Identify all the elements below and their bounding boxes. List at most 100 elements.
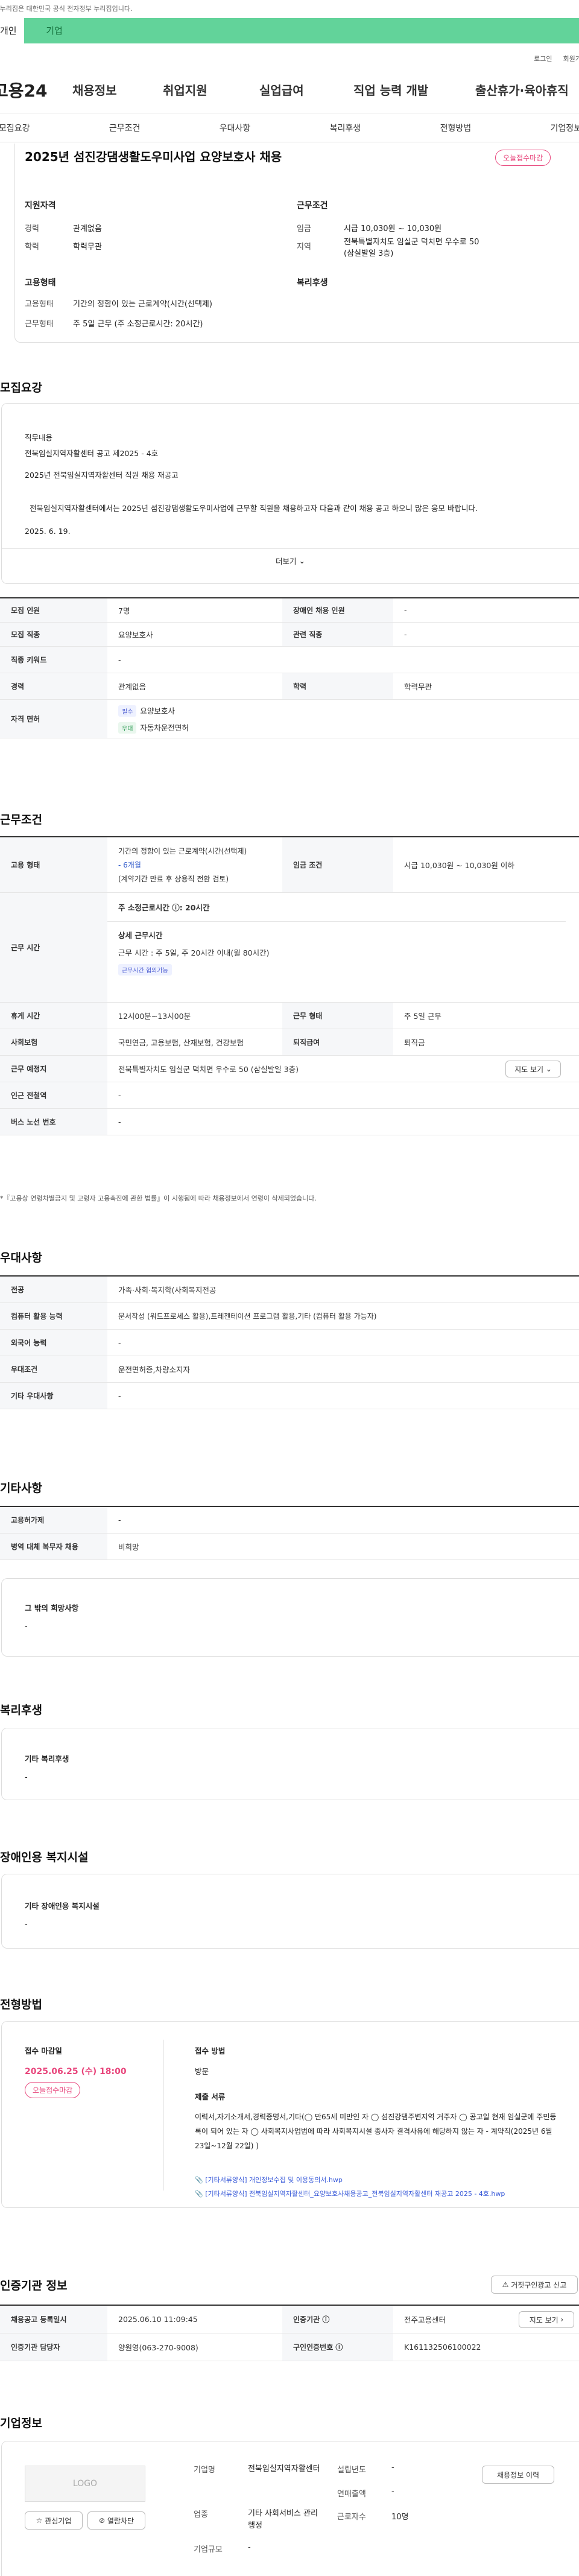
row-label: 자격 면허 <box>0 700 107 738</box>
welfare-value: - <box>25 1773 28 1782</box>
pref-section-title: 우대사항 <box>0 1251 42 1264</box>
table-row: 채용공고 등록일시 2025.06.10 11:09:45 인증기관 ⓘ 전주고용센… <box>0 2306 579 2333</box>
industry-value: 기타 사회서비스 관리 행정 <box>248 2509 318 2530</box>
age-note: *『고용상 연령차별금지 및 고령자 고용촉진에 관한 법률』이 시행됨에 따라… <box>0 1194 317 1202</box>
etc-table: 고용허가제 - 병역 대체 복무자 채용 비희망 <box>0 1506 579 1560</box>
recruit-section-title: 모집요강 <box>0 381 42 395</box>
welfare-section-title: 복리후생 <box>0 1704 42 1717</box>
hours-main: 주 소정근로시간 ⓘ: 20시간 <box>118 903 210 912</box>
row-label: 인증기관 ⓘ <box>282 2306 393 2333</box>
report-icon: ⚠ <box>502 2280 509 2289</box>
table-row: 외국어 능력 - <box>0 1330 579 1356</box>
row-label: 모집 인원 <box>0 598 107 622</box>
map-view-button[interactable]: 지도 보기 ⌄ <box>505 1061 561 1077</box>
lnb-recruit[interactable]: 모집요강 <box>0 122 30 134</box>
hope-box: 그 밖의 희망사항 - <box>1 1578 579 1657</box>
duty-line2: 2025년 전북임실지역자활센터 직원 채용 재공고 <box>25 471 179 480</box>
row-value: 시급 10,030원 ~ 10,030원 이하 <box>404 861 514 870</box>
lnb-welfare[interactable]: 복리후생 <box>330 122 361 134</box>
file-link-2[interactable]: 📎 [기타서류양식] 전북임실지역자활센터_요양보호사채용공고_전북임실지역자활… <box>195 2189 557 2199</box>
duty-line3: 전북임실지역자활센터에서는 2025년 섬진강댐생활도우미사업에 근무할 직원을… <box>30 504 478 513</box>
emptype-value: 기간의 정함이 있는 근로계약(시간(선택제) <box>73 300 212 309</box>
cond-title: 근무조건 <box>297 201 328 211</box>
site-logo[interactable]: 고용24 <box>0 78 72 102</box>
row-label: 근무 시간 <box>0 893 107 1002</box>
report-label: 거짓구인광고 신고 <box>511 2280 567 2289</box>
hours-sub-label: 상세 근무시간 <box>118 931 163 940</box>
attachment-icon: 📎 <box>195 2190 203 2198</box>
area-value: 전북특별자치도 임실군 덕치면 우수로 50 (삼실발일 3층) <box>344 238 479 258</box>
row-value: 기간의 정함이 있는 근로계약(시간(선택제) - 6개월 (계약기간 만료 후… <box>107 837 282 892</box>
row-label: 휴게 시간 <box>0 1003 107 1029</box>
row-label: 고용허가제 <box>0 1507 107 1533</box>
row-value: - <box>118 655 121 664</box>
row-value: 2025.06.10 11:09:45 <box>118 2315 198 2324</box>
worktime-label: 근무형태 <box>25 320 54 329</box>
method-label: 접수 방법 <box>195 2046 226 2055</box>
star-icon: ☆ <box>36 2516 43 2525</box>
row-value: 양원영(063-270-9008) <box>118 2343 198 2352</box>
file-link-1[interactable]: 📎 [기타서류양식] 개인정보수집 및 이용동의서.hwp <box>195 2175 557 2184</box>
row-value: 12시00분~13시00분 <box>118 1012 191 1021</box>
disab-section-title: 장애인용 복지시설 <box>0 1851 89 1864</box>
row-label: 모집 직종 <box>0 623 107 646</box>
hope-label: 그 밖의 희망사항 <box>25 1604 79 1613</box>
welfare-label: 기타 복리후생 <box>25 1754 69 1763</box>
gnb-training[interactable]: 직업 능력 개발 <box>353 81 475 98</box>
row-label: 인근 전철역 <box>0 1082 107 1108</box>
employees-label: 근로자수 <box>337 2513 366 2522</box>
row-value: 퇴직금 <box>404 1038 425 1047</box>
gnb-parental-leave[interactable]: 출산휴가·육아휴직 <box>475 81 569 98</box>
block-icon: ⊘ <box>98 2516 106 2525</box>
disab-box: 기타 장애인용 복지시설 - <box>1 1874 579 1949</box>
table-row: 우대조건 운전면허증,차량소지자 <box>0 1356 579 1383</box>
lnb-screening[interactable]: 전형방법 <box>440 122 472 134</box>
table-row: 컴퓨터 활용 능력 문서작성 (워드프로세스 활용),프레젠테이션 프로그램 활용… <box>0 1303 579 1330</box>
table-row: 전공 가족·사회·복지학(사회복지전공 <box>0 1277 579 1303</box>
work-section-title: 근무조건 <box>0 813 42 826</box>
emp-line1: 기간의 정함이 있는 근로계약(시간(선택제) <box>118 847 247 855</box>
map-view-button[interactable]: 지도 보기 › <box>519 2311 574 2328</box>
favorite-label: 관심기업 <box>45 2516 72 2525</box>
job-title: 2025년 섬진강댐생활도우미사업 요양보호사 채용 <box>25 150 282 164</box>
emptype-label: 고용형태 <box>25 300 54 309</box>
more-toggle[interactable]: 더보기 ⌄ <box>2 548 579 573</box>
lnb-preference[interactable]: 우대사항 <box>220 122 251 134</box>
row-value: K161132506100022 <box>404 2343 481 2352</box>
deadline-value: 2025.06.25 (수) 18:00 <box>25 2067 127 2076</box>
row-label: 구인인증번호 ⓘ <box>282 2333 393 2361</box>
row-label: 병역 대체 복무자 채용 <box>0 1534 107 1559</box>
row-label: 경력 <box>0 673 107 699</box>
row-label: 채용공고 등록일시 <box>0 2306 107 2333</box>
join-link[interactable]: 회원가입 <box>563 52 579 66</box>
disab-value: - <box>25 1920 28 1929</box>
gnb-jobs[interactable]: 채용정보 <box>72 81 163 98</box>
lnb-company[interactable]: 기업정보 <box>550 122 579 134</box>
block-view-button[interactable]: ⊘ 열람차단 <box>87 2511 145 2530</box>
lnb-conditions[interactable]: 근무조건 <box>109 122 141 134</box>
worktime-value: 주 5일 근무 (주 소정근로시간: 20시간) <box>73 320 203 329</box>
gnb-employment-support[interactable]: 취업지원 <box>163 81 259 98</box>
table-row: 기타 우대사항 - <box>0 1383 579 1409</box>
report-fake-ad-button[interactable]: ⚠ 거짓구인광고 신고 <box>491 2276 578 2294</box>
gnb-unemployment-benefit[interactable]: 실업급여 <box>259 81 353 98</box>
row-value: 문서작성 (워드프로세스 활용),프레젠테이션 프로그램 활용,기타 (컴퓨터 … <box>118 1312 377 1321</box>
login-link[interactable]: 로그인 <box>534 52 552 66</box>
year-label: 설립년도 <box>337 2466 366 2475</box>
hiring-history-button[interactable]: 채용정보 이력 <box>482 2466 554 2484</box>
block-label: 열람차단 <box>107 2516 134 2525</box>
table-row: 고용 형태 기간의 정함이 있는 근로계약(시간(선택제) - 6개월 (계약기… <box>0 837 579 893</box>
row-value: 전주고용센터 <box>404 2315 446 2324</box>
tab-personal[interactable]: 개인 <box>0 18 24 43</box>
row-label: 근무 형태 <box>282 1003 393 1029</box>
career-label: 경력 <box>25 224 39 233</box>
file-2-label: [기타서류양식] 전북임실지역자활센터_요양보호사채용공고_전북임실지역자활센터… <box>205 2190 505 2198</box>
duty-line4: 2025. 6. 19. <box>25 527 71 536</box>
agency-table: 채용공고 등록일시 2025.06.10 11:09:45 인증기관 ⓘ 전주고용센… <box>0 2305 579 2361</box>
favorite-company-button[interactable]: ☆ 관심기업 <box>25 2511 83 2530</box>
row-label: 학력 <box>282 673 393 699</box>
tab-company[interactable]: 기업 <box>24 18 84 43</box>
section-nav: 모집요강 근무조건 우대사항 복리후생 전형방법 기업정보 <box>0 113 579 142</box>
wage-value: 시급 10,030원 ~ 10,030원 <box>344 224 442 233</box>
duty-line1: 전북임실지역자활센터 공고 제2025 - 4호 <box>25 449 159 458</box>
